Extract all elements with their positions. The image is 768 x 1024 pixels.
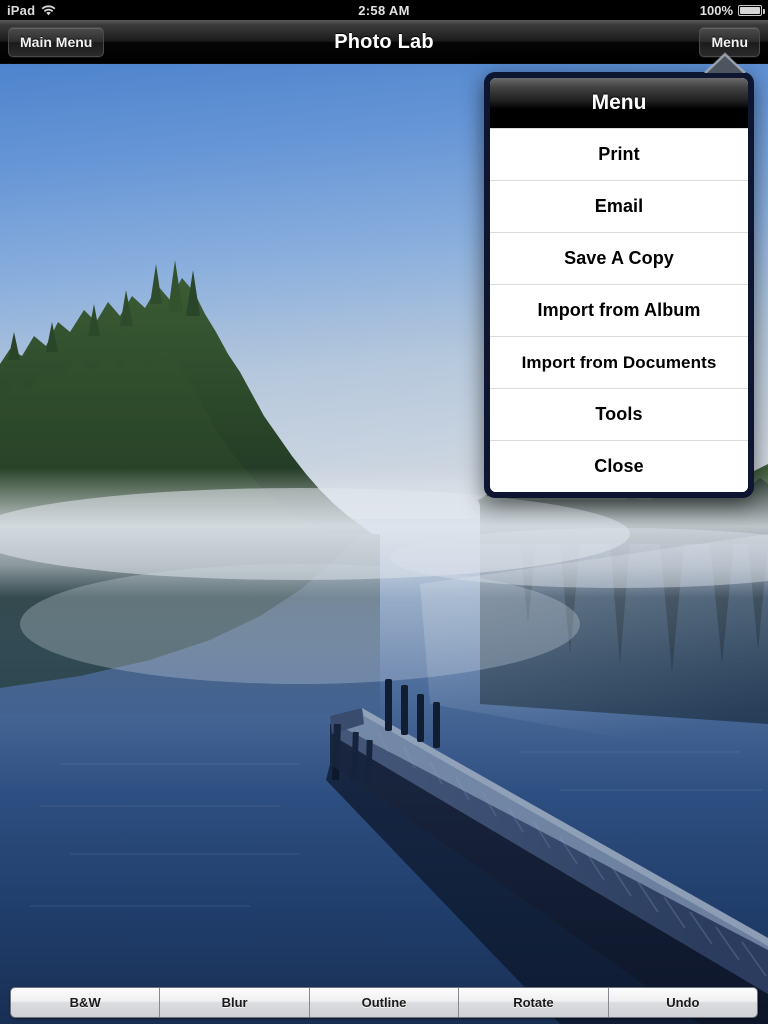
popover-title: Menu	[490, 78, 748, 128]
toolbar-segment-outline[interactable]: Outline	[309, 988, 460, 1017]
battery-full-icon	[738, 4, 765, 16]
filter-toolbar[interactable]: B&W Blur Outline Rotate Undo	[10, 987, 758, 1018]
ipad-screen: B&W Blur Outline Rotate Undo iPad 2:58 A…	[0, 0, 768, 1024]
toolbar-segment-rotate[interactable]: Rotate	[459, 988, 609, 1017]
menu-item-tools[interactable]: Tools	[490, 388, 748, 440]
menu-popover: Menu Print Email Save A Copy Import from…	[484, 53, 754, 498]
page-title: Photo Lab	[334, 30, 434, 53]
toolbar-segment-blur[interactable]: Blur	[160, 988, 310, 1017]
menu-item-import-from-album[interactable]: Import from Album	[490, 284, 748, 336]
popover-arrow-icon	[704, 53, 746, 73]
toolbar-segment-undo[interactable]: Undo	[608, 988, 757, 1017]
navigation-bar: Photo Lab Main Menu Menu	[0, 20, 768, 64]
status-bar: iPad 2:58 AM 100%	[0, 0, 768, 20]
main-menu-button[interactable]: Main Menu	[8, 27, 105, 57]
battery-percent-label: 100%	[699, 2, 733, 18]
status-bar-clock: 2:58 AM	[358, 2, 410, 18]
toolbar-segment-bw[interactable]: B&W	[11, 988, 161, 1017]
status-bar-right: 100%	[699, 2, 765, 18]
menu-item-close[interactable]: Close	[490, 440, 748, 492]
menu-item-print[interactable]: Print	[490, 128, 748, 180]
popover-content: Menu Print Email Save A Copy Import from…	[490, 78, 748, 492]
menu-item-email[interactable]: Email	[490, 180, 748, 232]
menu-item-save-a-copy[interactable]: Save A Copy	[490, 232, 748, 284]
menu-item-import-from-documents[interactable]: Import from Documents	[490, 336, 748, 388]
